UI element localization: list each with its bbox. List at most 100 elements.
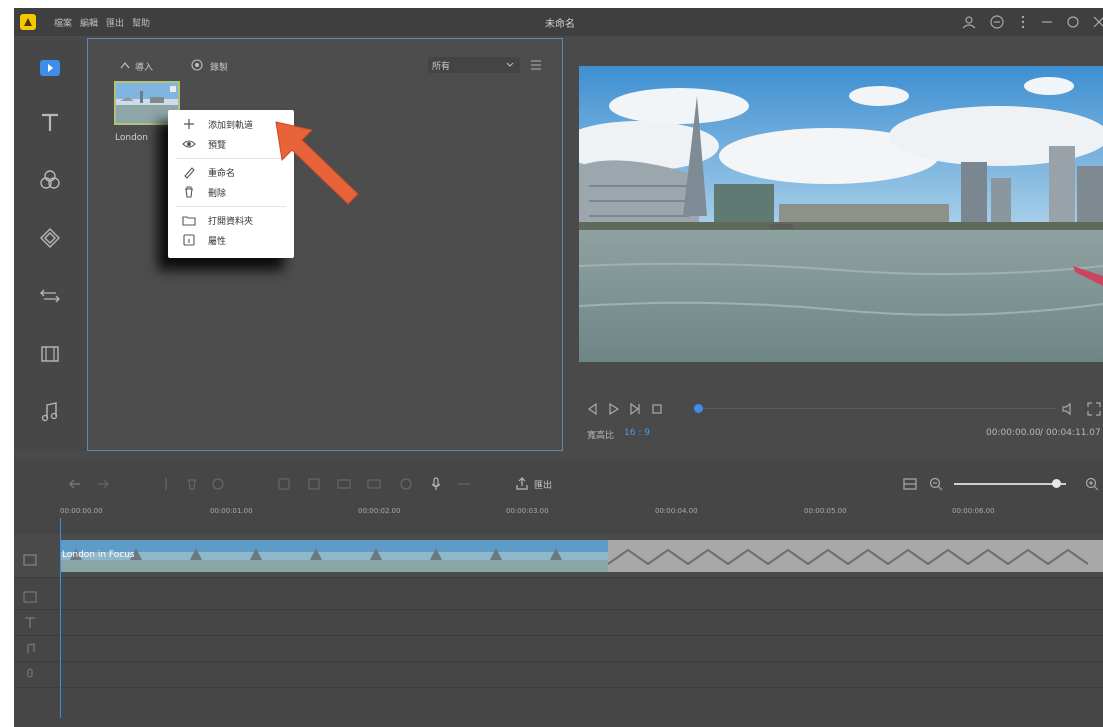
info-icon [183,234,195,246]
zoom-in-icon[interactable] [1084,476,1100,492]
ruler-tick-label: 00:00:02.00 [358,507,401,515]
minimize-icon[interactable] [1038,13,1056,31]
current-time: 00:00:00.00 [986,428,1041,438]
eye-icon [182,140,196,148]
filter-tab-icon[interactable] [36,166,64,194]
left-navigation [14,38,87,450]
text-track [14,610,1103,636]
menu-item-properties[interactable]: 屬性 [168,230,294,250]
speed-icon[interactable] [210,476,226,492]
voiceover-track-icon [27,668,33,678]
duration-icon[interactable] [366,476,382,492]
text-track-icon [25,617,35,628]
menu-help[interactable]: 幫助 [132,16,150,29]
zoom-out-icon[interactable] [928,476,944,492]
menu-item-label: 屬性 [208,237,227,247]
timeline-panel: 匯出 00:00:00.00 00:00:01.00 00:00:02.00 0… [14,460,1103,727]
video-clip-london[interactable]: London in Focus [60,540,608,572]
prev-frame-icon[interactable] [586,402,600,416]
menu-item-label: 打開資料夾 [208,217,254,227]
import-icon[interactable] [119,59,131,71]
window-title: 未命名 [545,19,575,30]
fullscreen-icon[interactable] [1086,401,1102,417]
plus-icon [184,119,194,129]
music-track [14,636,1103,662]
overlay-track [14,584,1103,610]
mosaic-icon[interactable] [336,476,352,492]
app-window: 檔案 編輯 匯出 幫助 未命名 導入 錄製 所有 London 添加到軌道 預覽… [14,8,1103,727]
trash-icon [185,186,193,198]
menu-edit[interactable]: 編輯 [80,16,98,29]
overlay-tab-icon[interactable] [36,224,64,252]
media-library-panel: 導入 錄製 所有 London [87,38,563,451]
redo-icon[interactable] [94,476,110,492]
user-icon[interactable] [960,13,978,31]
more-menu-icon[interactable] [1014,13,1032,31]
export-button[interactable]: 匯出 [534,478,552,491]
music-tab-icon[interactable] [36,398,64,426]
crop-icon[interactable] [276,476,292,492]
volume-icon[interactable] [1060,401,1076,417]
menu-item-label: 重命名 [208,169,236,179]
aspect-ratio-value[interactable]: 16 : 9 [624,428,650,438]
ruler-tick-label: 00:00:06.00 [952,507,995,515]
feedback-icon[interactable] [988,13,1006,31]
menu-item-label: 預覽 [208,141,227,151]
voiceover-track [14,662,1103,688]
menu-item-label: 刪除 [208,189,227,199]
text-tab-icon[interactable] [36,108,64,136]
video-preview [579,66,1103,362]
pencil-icon [184,167,195,179]
folder-icon [182,216,196,226]
ruler-tick-label: 00:00:05.00 [804,507,847,515]
timeline-playhead[interactable] [60,518,61,718]
import-button[interactable]: 導入 [135,60,153,73]
clip-title: London in Focus [62,550,135,560]
freeze-frame-icon[interactable] [306,476,322,492]
aspect-ratio-label: 寬高比 [587,431,615,441]
playback-progress-handle[interactable] [694,404,703,413]
close-icon[interactable] [1090,13,1103,31]
menu-divider [176,158,286,159]
ruler-tick-label: 00:00:01.00 [210,507,253,515]
zoom-slider[interactable] [954,483,1066,485]
menu-file[interactable]: 檔案 [54,16,72,29]
ruler-tick-label: 00:00:03.00 [506,507,549,515]
video-track-icon [23,554,37,566]
split-icon[interactable] [158,476,174,492]
media-filter-select[interactable]: 所有 [428,57,520,73]
record-icon[interactable] [191,59,203,71]
undo-icon[interactable] [68,476,84,492]
maximize-icon[interactable] [1064,13,1082,31]
overlay-track-icon [23,591,37,603]
fit-timeline-icon[interactable] [902,476,918,492]
menu-item-open-folder[interactable]: 打開資料夾 [168,210,294,230]
menu-divider [176,206,286,207]
filter-value: 所有 [432,62,451,72]
app-logo-icon [20,14,36,30]
list-view-icon[interactable] [529,58,543,72]
detach-audio-icon[interactable] [398,476,414,492]
transition-tab-icon[interactable] [36,282,64,310]
next-frame-icon[interactable] [628,402,642,416]
play-icon[interactable] [607,402,621,416]
menu-export[interactable]: 匯出 [106,16,124,29]
record-button[interactable]: 錄製 [210,60,228,73]
ruler-tick-label: 00:00:04.00 [655,507,698,515]
music-track-icon [27,643,35,653]
element-tab-icon[interactable] [36,340,64,368]
delete-clip-icon[interactable] [184,476,200,492]
video-clip-second[interactable] [608,540,1103,572]
zoom-slider-handle[interactable] [1052,479,1061,488]
stop-icon[interactable] [650,402,664,416]
media-tab-icon[interactable] [40,60,60,76]
time-separator: / [1040,428,1044,438]
title-bar: 檔案 編輯 匯出 幫助 未命名 [14,8,1103,36]
menu-item-label: 添加到軌道 [208,121,254,131]
playback-progress-track[interactable] [696,408,1056,409]
export-icon[interactable] [514,476,530,492]
chevron-down-icon [506,62,514,67]
timeline-ruler[interactable]: 00:00:00.00 00:00:01.00 00:00:02.00 00:0… [60,502,1103,524]
microphone-icon[interactable] [428,476,444,492]
voiceover-icon[interactable] [456,476,472,492]
